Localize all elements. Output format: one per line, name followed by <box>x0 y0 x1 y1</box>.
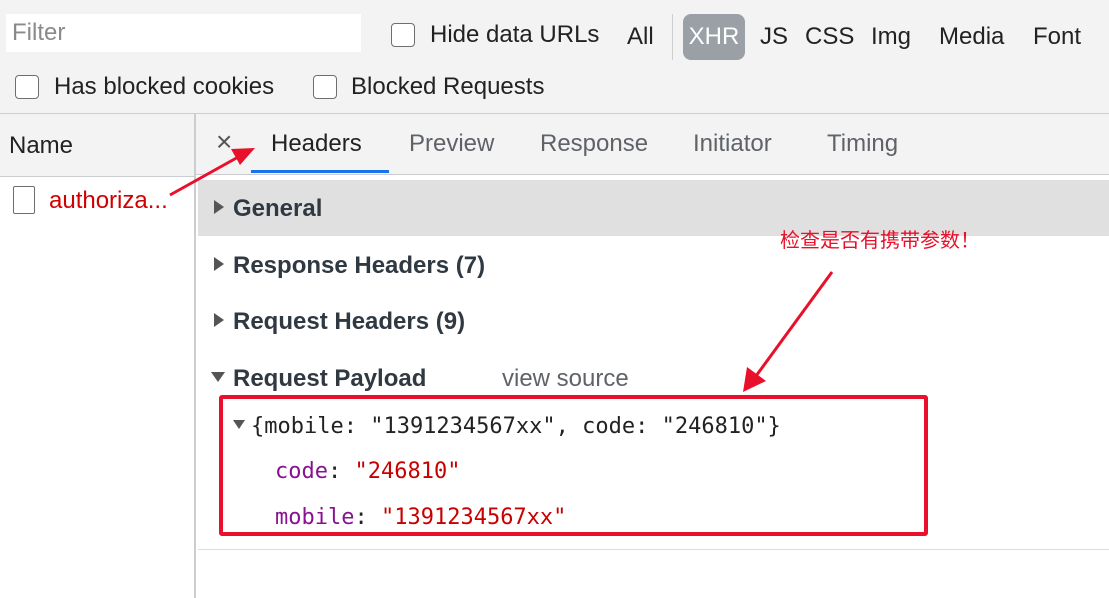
request-headers-section[interactable]: Request Headers (9) <box>214 308 465 336</box>
arrow-to-payload <box>743 271 834 392</box>
response-headers-section[interactable]: Response Headers (7) <box>214 252 485 280</box>
tab-initiator[interactable]: Initiator <box>693 130 772 158</box>
highlight-box <box>219 395 928 536</box>
tab-timing[interactable]: Timing <box>827 130 898 158</box>
has-blocked-cookies-checkbox[interactable] <box>15 75 39 99</box>
type-filter-img[interactable]: Img <box>871 14 911 60</box>
has-blocked-cookies-label: Has blocked cookies <box>54 73 275 100</box>
blocked-requests-label: Blocked Requests <box>351 73 545 100</box>
name-column-label: Name <box>9 132 74 159</box>
network-filter-bar: Hide data URLs All XHR JS CSS Img Media … <box>0 0 1109 114</box>
request-name: authoriza... <box>49 187 168 214</box>
type-filter-css[interactable]: CSS <box>805 14 854 60</box>
tab-preview[interactable]: Preview <box>409 130 494 158</box>
general-section[interactable]: General <box>214 195 322 223</box>
expand-triangle-icon <box>214 313 224 327</box>
type-filter-media[interactable]: Media <box>939 14 1004 60</box>
bottom-divider <box>198 549 1109 550</box>
hide-data-urls-label: Hide data URLs <box>430 21 600 48</box>
filter-input[interactable] <box>6 14 361 52</box>
type-filter-js[interactable]: JS <box>760 14 788 60</box>
close-icon[interactable]: × <box>216 126 232 158</box>
view-source-link[interactable]: view source <box>502 365 629 393</box>
response-headers-label: Response Headers (7) <box>233 252 486 279</box>
hide-data-urls-checkbox[interactable] <box>391 23 415 47</box>
tab-response[interactable]: Response <box>540 130 648 158</box>
expand-triangle-icon <box>214 257 224 271</box>
annotation-text: 检查是否有携带参数！ <box>780 228 980 252</box>
request-headers-label: Request Headers (9) <box>233 308 466 335</box>
request-payload-label: Request Payload <box>233 365 427 392</box>
detail-tabs: × Headers Preview Response Initiator Tim… <box>196 114 1109 175</box>
expand-triangle-icon <box>214 200 224 214</box>
general-section-label: General <box>233 195 323 222</box>
tab-headers[interactable]: Headers <box>271 130 362 158</box>
name-column-header[interactable]: Name <box>0 114 194 177</box>
type-filter-xhr[interactable]: XHR <box>683 14 745 60</box>
request-payload-section[interactable]: Request Payload <box>211 365 426 393</box>
type-separator <box>672 14 673 60</box>
collapse-triangle-icon <box>211 372 225 382</box>
request-list: Name authoriza... <box>0 114 196 598</box>
type-filter-all[interactable]: All <box>627 14 654 60</box>
file-icon <box>13 186 35 214</box>
blocked-requests-checkbox[interactable] <box>313 75 337 99</box>
active-tab-indicator <box>251 170 389 173</box>
type-filter-font[interactable]: Font <box>1033 14 1081 60</box>
request-row[interactable]: authoriza... <box>0 177 194 223</box>
